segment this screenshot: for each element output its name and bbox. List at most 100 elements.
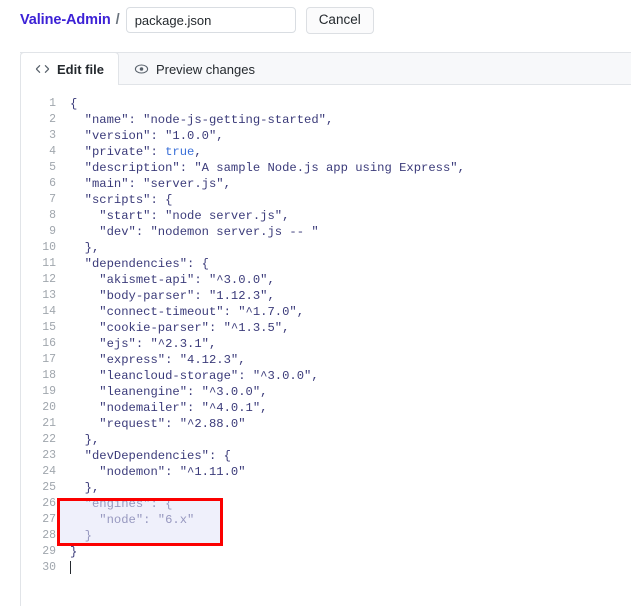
code-line[interactable]: 13 "body-parser": "1.12.3", [21, 288, 631, 304]
line-number: 26 [42, 497, 56, 510]
line-number: 10 [42, 241, 56, 254]
file-path-header: Valine-Admin / Cancel [0, 0, 631, 40]
line-content: }, [70, 481, 100, 495]
line-content: "version": "1.0.0", [70, 129, 224, 143]
line-number: 29 [42, 545, 56, 558]
code-line[interactable]: 12 "akismet-api": "^3.0.0", [21, 272, 631, 288]
code-line[interactable]: 20 "nodemailer": "^4.0.1", [21, 400, 631, 416]
breadcrumb-separator: / [115, 12, 120, 28]
line-content: "akismet-api": "^3.0.0", [70, 273, 275, 287]
code-line[interactable]: 25 }, [21, 480, 631, 496]
line-number: 12 [42, 273, 56, 286]
line-number: 4 [49, 145, 56, 158]
text-cursor [70, 561, 71, 575]
code-lines-container[interactable]: 1{2 "name": "node-js-getting-started", 3 … [21, 85, 631, 576]
line-content: "express": "4.12.3", [70, 353, 246, 367]
line-number: 17 [42, 353, 56, 366]
line-content: "request": "^2.88.0" [70, 417, 246, 431]
line-content: "engines": { [70, 497, 173, 511]
line-number: 23 [42, 449, 56, 462]
line-content: "cookie-parser": "^1.3.5", [70, 321, 290, 335]
filename-input[interactable] [125, 7, 296, 33]
line-number: 24 [42, 465, 56, 478]
line-number: 8 [49, 209, 56, 222]
tab-edit-file[interactable]: Edit file [20, 52, 119, 86]
code-line[interactable]: 14 "connect-timeout": "^1.7.0", [21, 304, 631, 320]
line-content: "main": "server.js", [70, 177, 231, 191]
line-number: 11 [42, 257, 56, 270]
line-number: 5 [49, 161, 56, 174]
tab-preview-changes[interactable]: Preview changes [119, 52, 270, 86]
code-line[interactable]: 30 [21, 560, 631, 576]
line-number: 19 [42, 385, 56, 398]
repo-breadcrumb-link[interactable]: Valine-Admin [20, 12, 111, 28]
code-line[interactable]: 21 "request": "^2.88.0" [21, 416, 631, 432]
line-content: }, [70, 241, 100, 255]
line-number: 25 [42, 481, 56, 494]
code-line[interactable]: 18 "leancloud-storage": "^3.0.0", [21, 368, 631, 384]
editor-tabbar: Edit file Preview changes [20, 52, 631, 86]
code-line[interactable]: 28 } [21, 528, 631, 544]
code-line[interactable]: 3 "version": "1.0.0", [21, 128, 631, 144]
code-line[interactable]: 1{ [21, 96, 631, 112]
line-content: "leancloud-storage": "^3.0.0", [70, 369, 319, 383]
line-content: "connect-timeout": "^1.7.0", [70, 305, 305, 319]
code-line[interactable]: 2 "name": "node-js-getting-started", [21, 112, 631, 128]
code-line[interactable]: 16 "ejs": "^2.3.1", [21, 336, 631, 352]
line-content: "node": "6.x" [70, 513, 195, 527]
line-content [56, 560, 71, 576]
line-content: "nodemailer": "^4.0.1", [70, 401, 268, 415]
code-line[interactable]: 17 "express": "4.12.3", [21, 352, 631, 368]
line-number: 15 [42, 321, 56, 334]
code-line[interactable]: 27 "node": "6.x" [21, 512, 631, 528]
line-content: } [70, 545, 78, 559]
code-line[interactable]: 19 "leanengine": "^3.0.0", [21, 384, 631, 400]
line-number: 9 [49, 225, 56, 238]
code-line[interactable]: 26 "engines": { [21, 496, 631, 512]
line-content: "description": "A sample Node.js app usi… [70, 161, 465, 175]
edit-file-page: Valine-Admin / Cancel Edit file Preview … [0, 0, 631, 606]
line-number: 1 [49, 97, 56, 110]
line-content: "private": true, [70, 145, 202, 159]
line-number: 13 [42, 289, 56, 302]
line-content: "dev": "nodemon server.js -- " [70, 225, 319, 239]
line-content: "name": "node-js-getting-started", [70, 113, 334, 127]
code-icon [35, 62, 50, 76]
code-line[interactable]: 9 "dev": "nodemon server.js -- " [21, 224, 631, 240]
line-content: "devDependencies": { [70, 449, 231, 463]
code-editor[interactable]: 1{2 "name": "node-js-getting-started", 3 … [20, 85, 631, 606]
code-line[interactable]: 11 "dependencies": { [21, 256, 631, 272]
line-content: "body-parser": "1.12.3", [70, 289, 275, 303]
tab-preview-changes-label: Preview changes [155, 61, 255, 77]
tab-edit-file-label: Edit file [57, 61, 104, 77]
line-number: 6 [49, 177, 56, 190]
code-line[interactable]: 6 "main": "server.js", [21, 176, 631, 192]
line-content: "nodemon": "^1.11.0" [70, 465, 246, 479]
code-line[interactable]: 10 }, [21, 240, 631, 256]
cancel-button[interactable]: Cancel [305, 6, 374, 34]
line-content: { [70, 97, 78, 111]
line-number: 30 [42, 561, 56, 574]
code-line[interactable]: 29} [21, 544, 631, 560]
line-content: "dependencies": { [70, 257, 209, 271]
line-number: 18 [42, 369, 56, 382]
code-line[interactable]: 5 "description": "A sample Node.js app u… [21, 160, 631, 176]
line-content: } [70, 529, 92, 543]
code-line[interactable]: 8 "start": "node server.js", [21, 208, 631, 224]
line-number: 2 [49, 113, 56, 126]
code-line[interactable]: 24 "nodemon": "^1.11.0" [21, 464, 631, 480]
code-line[interactable]: 22 }, [21, 432, 631, 448]
line-number: 16 [42, 337, 56, 350]
line-number: 7 [49, 193, 56, 206]
line-number: 3 [49, 129, 56, 142]
line-content: "scripts": { [70, 193, 173, 207]
line-number: 21 [42, 417, 56, 430]
code-line[interactable]: 7 "scripts": { [21, 192, 631, 208]
code-line[interactable]: 4 "private": true, [21, 144, 631, 160]
line-content: "ejs": "^2.3.1", [70, 337, 217, 351]
line-number: 22 [42, 433, 56, 446]
code-line[interactable]: 23 "devDependencies": { [21, 448, 631, 464]
line-content: "leanengine": "^3.0.0", [70, 385, 268, 399]
eye-icon [134, 62, 149, 76]
code-line[interactable]: 15 "cookie-parser": "^1.3.5", [21, 320, 631, 336]
